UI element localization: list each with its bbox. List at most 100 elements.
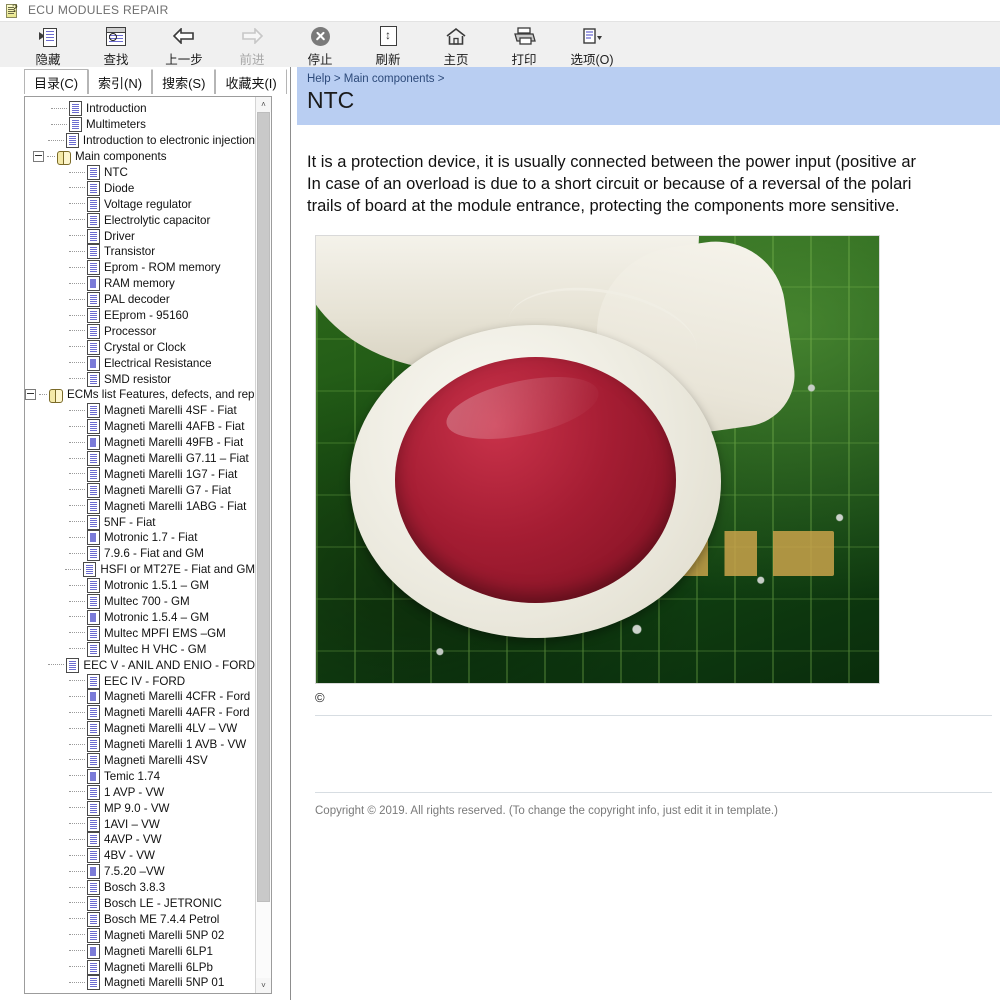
tree-item[interactable]: Magneti Marelli 4AFR - Ford <box>25 705 255 721</box>
tree-item[interactable]: Temic 1.74 <box>25 768 255 784</box>
tree-item[interactable]: Bosch LE - JETRONIC <box>25 895 255 912</box>
toolbar-button-hide[interactable]: 隐藏 <box>14 24 82 68</box>
tree-connector-line <box>69 600 85 603</box>
tab-contents[interactable]: 目录(C) <box>24 69 89 94</box>
tree-item[interactable]: Multimeters <box>25 117 255 133</box>
tree-item[interactable]: Magneti Marelli 4AFB - Fiat <box>25 419 255 435</box>
tree-item[interactable]: EEC IV - FORD <box>25 673 255 689</box>
tree-item[interactable]: Magneti Marelli 4SV <box>25 752 255 769</box>
tree-item[interactable]: 5NF - Fiat <box>25 514 255 530</box>
tree-item-label: Temic 1.74 <box>104 769 161 783</box>
tree-item[interactable]: Magneti Marelli 5NP 02 <box>25 927 255 943</box>
toolbar-button-options[interactable]: 选项(O) <box>558 24 626 68</box>
tree-item[interactable]: Diode <box>25 180 255 196</box>
tree-item[interactable]: Electrolytic capacitor <box>25 212 255 228</box>
toolbar-button-stop[interactable]: 停止 <box>286 24 354 68</box>
tree-item[interactable]: Multec 700 - GM <box>25 594 255 610</box>
tree-item[interactable]: Magneti Marelli 6LP1 <box>25 943 255 959</box>
tree-item-label: 1AVI – VW <box>104 817 160 831</box>
tree-item[interactable]: 4AVP - VW <box>25 832 255 848</box>
tree-item[interactable]: Magneti Marelli 49FB - Fiat <box>25 435 255 451</box>
tree-item[interactable]: Electrical Resistance <box>25 355 255 371</box>
breadcrumb[interactable]: Help > Main components > <box>307 73 1000 85</box>
toolbar-button-print[interactable]: 打印 <box>490 24 558 68</box>
tree-item[interactable]: Motronic 1.7 - Fiat <box>25 530 255 546</box>
tree-collapse-icon[interactable] <box>33 151 44 163</box>
tree-item[interactable]: Processor <box>25 323 255 339</box>
tree-item[interactable]: Magneti Marelli G7.11 – Fiat <box>25 451 255 467</box>
page-icon <box>87 594 100 610</box>
tree-item[interactable]: Multec MPFI EMS –GM <box>25 625 255 641</box>
tree-vertical-scrollbar[interactable]: ˄ ˅ <box>255 97 271 993</box>
toolbar-button-find[interactable]: 查找 <box>82 24 150 68</box>
tree-item[interactable]: MP 9.0 - VW <box>25 800 255 816</box>
tree-item-label: Magneti Marelli 1G7 - Fiat <box>104 467 238 481</box>
tree-item[interactable]: Main components <box>25 149 255 165</box>
tree-item[interactable]: Multec H VHC - GM <box>25 641 255 657</box>
toolbar-button-home[interactable]: 主页 <box>422 24 490 68</box>
tree-item[interactable]: Voltage regulator <box>25 196 255 212</box>
toolbar-label-hide: 隐藏 <box>35 53 61 67</box>
toolbar-button-refresh[interactable]: 刷新 <box>354 24 422 68</box>
tree-item-label: Crystal or Clock <box>104 340 186 354</box>
tree-item[interactable]: Magneti Marelli 5NP 01 <box>25 975 255 991</box>
tree-item[interactable]: PAL decoder <box>25 292 255 308</box>
tree-item[interactable]: Magneti Marelli 4LV – VW <box>25 721 255 737</box>
tab-favorites[interactable]: 收藏夹(I) <box>215 69 287 94</box>
tree-item[interactable]: Introduction <box>25 101 255 117</box>
tree-item[interactable]: 1AVI – VW <box>25 816 255 832</box>
tree-item[interactable]: 4BV - VW <box>25 848 255 864</box>
tab-index[interactable]: 索引(N) <box>88 69 153 94</box>
scroll-down-arrow-icon[interactable]: ˅ <box>256 978 271 993</box>
tree-item[interactable]: Motronic 1.5.1 – GM <box>25 578 255 594</box>
tree-connector-line <box>69 298 85 301</box>
tree-item[interactable]: Magneti Marelli 1G7 - Fiat <box>25 466 255 482</box>
tree-item-label: Motronic 1.7 - Fiat <box>104 531 198 545</box>
tree-item[interactable]: Magneti Marelli 4CFR - Ford <box>25 689 255 705</box>
scroll-up-arrow-icon[interactable]: ˄ <box>256 97 271 112</box>
tree-item[interactable]: Magneti Marelli 4SF - Fiat <box>25 403 255 419</box>
page-icon <box>66 657 80 673</box>
tree-item[interactable]: Eprom - ROM memory <box>25 260 255 276</box>
tree-item[interactable]: 1 AVP - VW <box>25 784 255 800</box>
tree-item-label: Processor <box>104 324 157 338</box>
scrollbar-thumb[interactable] <box>257 112 270 902</box>
tree-item[interactable]: Bosch ME 7.4.4 Petrol <box>25 911 255 927</box>
tree-collapse-icon[interactable] <box>25 389 36 401</box>
tree-item[interactable]: Bosch 3.8.3 <box>25 880 255 896</box>
tree-item[interactable]: Crystal or Clock <box>25 339 255 355</box>
tree-item[interactable]: Driver <box>25 228 255 244</box>
page-icon <box>87 228 100 244</box>
tree-item[interactable]: HSFI or MT27E - Fiat and GM <box>25 562 255 578</box>
scrollbar-track[interactable] <box>256 112 271 978</box>
pane-splitter[interactable] <box>290 67 297 1000</box>
tree-item-label: Magneti Marelli 5NP 02 <box>104 928 225 942</box>
tree-item[interactable]: RAM memory <box>25 276 255 292</box>
tree-item-label: NTC <box>104 166 128 179</box>
tree-item[interactable]: 7.9.6 - Fiat and GM <box>25 546 255 562</box>
tree-item[interactable]: Magneti Marelli 1ABG - Fiat <box>25 498 255 514</box>
tree-item[interactable]: NTC <box>25 165 255 181</box>
tree-item[interactable]: Magneti Marelli 6LPb <box>25 959 255 975</box>
tree-connector-line <box>69 838 85 841</box>
tree-item[interactable]: Magneti Marelli 1 AVB - VW <box>25 737 255 753</box>
tree-connector-line <box>39 393 47 396</box>
tree-item[interactable]: Magneti Marelli G7 - Fiat <box>25 482 255 498</box>
toolbar-button-forward[interactable]: 前进 <box>218 24 286 68</box>
tree-item[interactable]: 7.5.20 –VW <box>25 864 255 880</box>
page-icon <box>87 292 100 308</box>
tree-item[interactable]: Introduction to electronic injection <box>25 133 255 149</box>
tab-search[interactable]: 搜索(S) <box>152 69 216 94</box>
contents-tree[interactable]: Introduction Multimeters Introduction to e… <box>25 97 255 993</box>
tree-item[interactable]: EEprom - 95160 <box>25 308 255 324</box>
tree-item[interactable]: ECMs list Features, defects, and repair <box>25 387 255 403</box>
tree-connector-line <box>69 632 85 634</box>
tree-item[interactable]: EEC V - ANIL AND ENIO - FORD <box>25 657 255 673</box>
tree-item[interactable]: SMD resistor <box>25 371 255 387</box>
page-title: NTC <box>307 87 355 113</box>
main-toolbar: 隐藏 查找 上一步 前进 停止 ↕ 刷新 主页 打印 选项(O) <box>0 21 1000 71</box>
tree-item[interactable]: Transistor <box>25 244 255 260</box>
tree-item[interactable]: Motronic 1.5.4 – GM <box>25 609 255 626</box>
toolbar-button-back[interactable]: 上一步 <box>150 24 218 68</box>
tree-connector-line <box>69 171 85 174</box>
